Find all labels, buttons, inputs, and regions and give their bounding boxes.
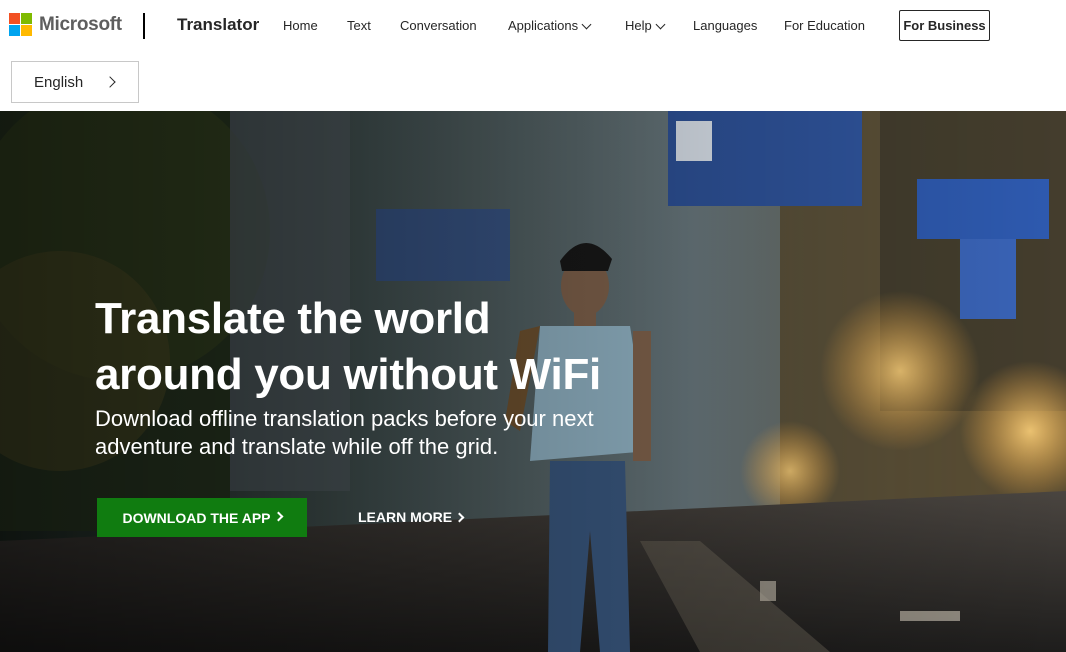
nav-home[interactable]: Home (283, 18, 318, 33)
hero-subtitle-line-2: adventure and translate while off the gr… (95, 434, 499, 459)
nav-languages[interactable]: Languages (693, 18, 757, 33)
nav-text[interactable]: Text (347, 18, 371, 33)
chevron-right-icon (104, 76, 116, 88)
language-selector-label: English (34, 73, 84, 91)
nav-for-education[interactable]: For Education (784, 18, 865, 33)
nav-applications[interactable]: Applications (508, 18, 592, 33)
nav-help[interactable]: Help (625, 18, 666, 33)
download-app-button[interactable]: DOWNLOAD THE APP (97, 498, 307, 537)
nav-help-label: Help (625, 18, 652, 33)
brand-name: Microsoft (39, 13, 122, 35)
chevron-right-icon (273, 511, 283, 522)
brand-divider (143, 13, 145, 39)
top-navigation-bar: Microsoft Translator Home Text Conversat… (0, 0, 1066, 52)
microsoft-logo-icon (9, 13, 32, 36)
learn-more-label: LEARN MORE (358, 509, 453, 525)
hero-subtitle: Download offline translation packs befor… (95, 405, 655, 461)
hero-title-line-1: Translate the world (95, 294, 491, 343)
nav-applications-label: Applications (508, 18, 579, 33)
language-selector-button[interactable]: English (11, 61, 139, 103)
hero-subtitle-line-1: Download offline translation packs befor… (95, 406, 594, 431)
download-app-label: DOWNLOAD THE APP (122, 509, 271, 526)
chevron-down-icon (655, 19, 666, 30)
chevron-right-icon (454, 512, 465, 523)
hero-title-line-2: around you without WiFi (95, 350, 601, 399)
hero-banner: Translate the world around you without W… (0, 111, 1066, 652)
learn-more-link[interactable]: LEARN MORE (358, 509, 465, 525)
for-business-button[interactable]: For Business (899, 10, 990, 41)
microsoft-logo[interactable]: Microsoft (9, 13, 122, 36)
hero-title: Translate the world around you without W… (95, 291, 655, 403)
product-name[interactable]: Translator (177, 15, 259, 35)
chevron-down-icon (581, 19, 592, 30)
nav-conversation[interactable]: Conversation (400, 18, 477, 33)
